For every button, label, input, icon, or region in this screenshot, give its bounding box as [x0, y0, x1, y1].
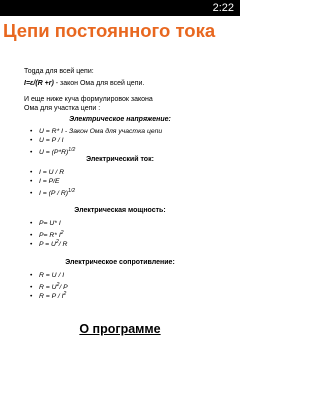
section-header-current: Электрический ток:: [86, 156, 154, 163]
formula-content: Тоgда для всей цепи: I=ε/(R +r) - закон …: [0, 62, 240, 312]
section-header-resistance: Электрическое сопротивление:: [65, 259, 175, 266]
formula-item: • I = U / R: [30, 169, 65, 176]
ohm-full-circuit-formula: I=ε/(R +r): [24, 80, 54, 87]
formula-item: • U = R* I - Закон Ома для участка цепи: [30, 128, 163, 135]
formula-item: • R = U / I: [30, 272, 65, 279]
section-header-power: Электрическая мощность:: [74, 207, 166, 214]
formula-item: • I = P/E: [30, 178, 60, 185]
ohm-full-circuit-desc: - закон Ома для всей цепи.: [53, 80, 145, 87]
formula-item: • P = U2/ R: [30, 239, 68, 248]
section-header-voltage: Электрическое напряжение:: [69, 116, 171, 123]
status-time: 2:22: [212, 2, 234, 14]
formula-item: • U = P / I: [30, 137, 64, 144]
formula-item: • R = P / I2: [30, 291, 67, 300]
formula-item: • P= U* I: [30, 220, 61, 227]
formula-item: • I = (P / R)1/2: [30, 188, 75, 197]
about-link[interactable]: О программе: [0, 322, 240, 336]
intro-line: Тоgда для всей цепи:: [24, 68, 94, 75]
page-title: Цепи постоянного тока: [3, 20, 216, 41]
intro-line: И еще ниже куча формулировок закона: [24, 96, 153, 103]
intro-formula-line: I=ε/(R +r) - закон Ома для всей цепи.: [24, 80, 144, 89]
status-bar: 2:22: [0, 0, 240, 16]
intro-line: Ома для участка цепи :: [24, 105, 101, 112]
